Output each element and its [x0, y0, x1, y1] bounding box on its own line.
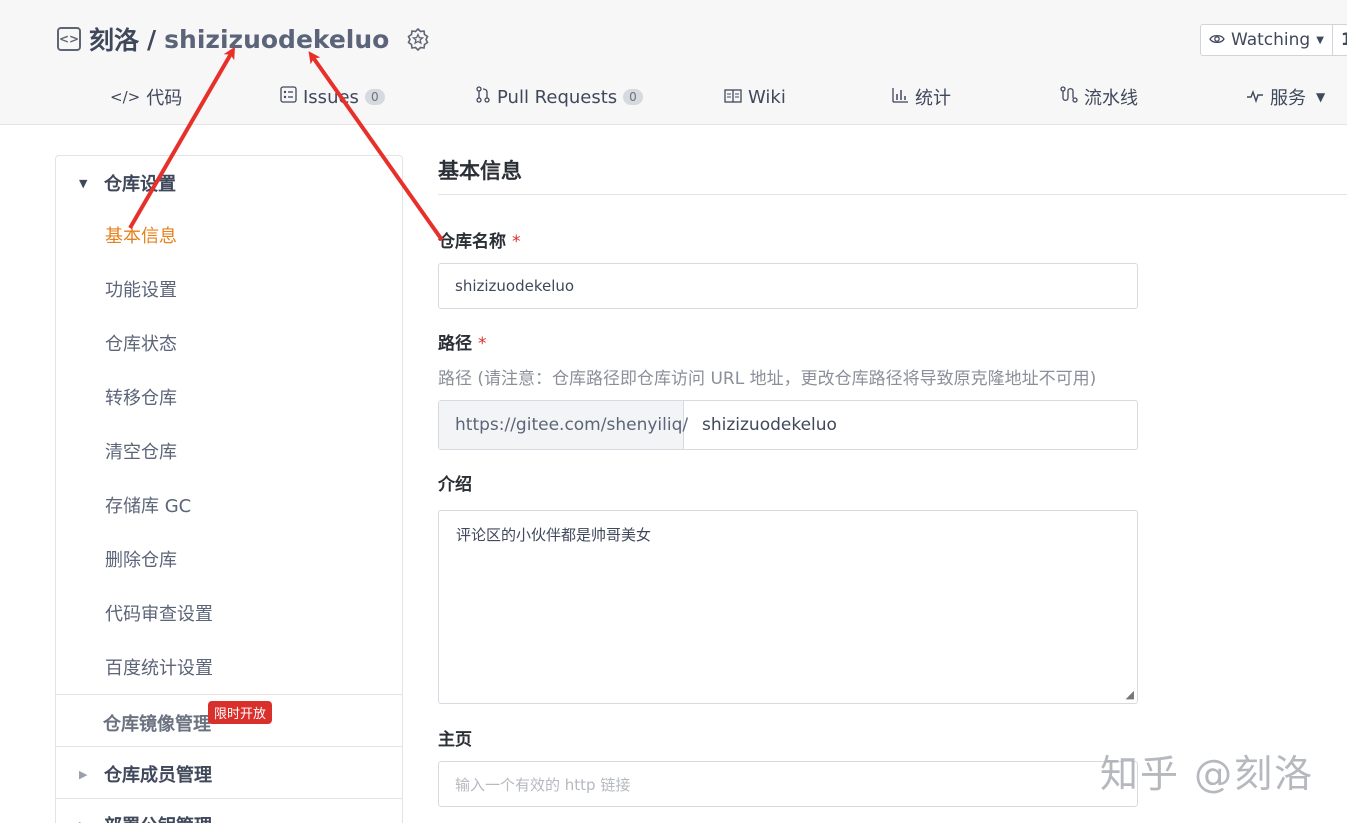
settings-sidebar: ▼ 仓库设置 基本信息 功能设置 仓库状态 转移仓库 清空仓库 存储库 GC 删…: [55, 155, 403, 823]
code-icon: </>: [110, 88, 141, 106]
pulse-icon: [1246, 87, 1264, 108]
sidebar-item-features[interactable]: 功能设置: [105, 276, 177, 302]
tab-code[interactable]: </> 代码: [110, 80, 182, 114]
limited-open-badge: 限时开放: [208, 701, 273, 724]
tab-issues[interactable]: Issues 0: [280, 80, 385, 114]
tab-pull-requests[interactable]: Pull Requests 0: [475, 80, 643, 114]
sidebar-group-label: 仓库成员管理: [104, 765, 212, 786]
sidebar-item-transfer[interactable]: 转移仓库: [105, 384, 177, 410]
repo-nav: </> 代码 Issues 0 Pull Requests 0 Wiki 统计 …: [0, 80, 1347, 114]
sidebar-group-label: 仓库设置: [104, 174, 176, 195]
caret-down-icon: ▼: [1316, 34, 1324, 46]
sidebar-group-deploy-keys[interactable]: ▶ 部署公钥管理: [56, 812, 402, 823]
tab-wiki-label: Wiki: [748, 86, 786, 108]
sidebar-group-label: 部署公钥管理: [104, 812, 212, 823]
caret-down-icon: ▼: [1316, 90, 1326, 104]
sidebar-group-repo-settings[interactable]: ▼ 仓库设置: [56, 170, 402, 196]
watch-button[interactable]: Watching ▼: [1201, 25, 1333, 55]
issues-count-badge: 0: [364, 89, 385, 105]
path-prefix: https://gitee.com/shenyiliq/: [439, 401, 688, 449]
tab-pull-requests-label: Pull Requests: [497, 86, 618, 108]
sidebar-divider: [56, 798, 402, 799]
tab-issues-label: Issues: [303, 86, 359, 108]
sidebar-group-label: 仓库镜像管理: [103, 714, 211, 735]
sidebar-divider: [56, 694, 402, 695]
caret-right-icon: ▶: [56, 819, 104, 823]
path-label-text: 路径: [438, 334, 472, 354]
award-badge-icon: [405, 26, 431, 52]
sidebar-item-repo-status[interactable]: 仓库状态: [105, 330, 177, 356]
sidebar-item-delete[interactable]: 删除仓库: [105, 546, 177, 572]
sidebar-item-gc[interactable]: 存储库 GC: [105, 492, 191, 518]
sidebar-item-clear[interactable]: 清空仓库: [105, 438, 177, 464]
intro-textarea[interactable]: 评论区的小伙伴都是帅哥美女 ◢: [438, 510, 1138, 704]
intro-text: 评论区的小伙伴都是帅哥美女: [456, 526, 652, 544]
tab-pipeline[interactable]: 流水线: [1060, 80, 1138, 114]
pull-requests-count-badge: 0: [623, 89, 643, 105]
path-input-group: https://gitee.com/shenyiliq/ shizizuodek…: [438, 400, 1138, 450]
path-hint: 路径 (请注意：仓库路径即仓库访问 URL 地址，更改仓库路径将导致原克隆地址不…: [438, 369, 1097, 389]
sidebar-group-members[interactable]: ▶ 仓库成员管理: [56, 761, 402, 787]
required-mark: *: [512, 232, 521, 252]
tab-services[interactable]: 服务 ▼: [1246, 80, 1325, 114]
watch-label: Watching: [1231, 30, 1311, 50]
repo-separator: /: [147, 24, 157, 54]
sidebar-item-basic-info[interactable]: 基本信息: [105, 222, 177, 248]
zhihu-watermark: 知乎 @刻洛: [1100, 752, 1315, 796]
watch-control: Watching ▼ 1: [1200, 24, 1347, 56]
book-icon: [724, 87, 742, 108]
tab-pipeline-label: 流水线: [1084, 88, 1138, 109]
homepage-label: 主页: [438, 730, 472, 750]
intro-label: 介绍: [438, 475, 472, 495]
required-mark: *: [478, 334, 487, 354]
page-title: 基本信息: [438, 159, 522, 183]
tab-services-label: 服务: [1270, 88, 1306, 109]
sidebar-item-baidu-stats[interactable]: 百度统计设置: [105, 654, 213, 680]
resize-handle-icon[interactable]: ◢: [1126, 688, 1134, 701]
path-input[interactable]: shizizuodekeluo: [684, 401, 1137, 449]
tab-stats-label: 统计: [915, 88, 951, 109]
sidebar-group-mirror[interactable]: 仓库镜像管理 限时开放: [56, 701, 402, 736]
homepage-input[interactable]: 输入一个有效的 http 链接: [438, 761, 1138, 807]
title-divider: [438, 194, 1347, 195]
tab-code-label: 代码: [146, 88, 183, 109]
repo-owner-link[interactable]: 刻洛: [89, 21, 139, 57]
pipeline-icon: [1060, 86, 1078, 108]
tab-stats[interactable]: 统计: [892, 80, 951, 114]
caret-down-icon: ▼: [79, 176, 88, 190]
issues-icon: [280, 86, 297, 108]
path-label: 路径 *: [438, 329, 487, 354]
pull-request-icon: [475, 86, 491, 108]
watch-count[interactable]: 1: [1333, 25, 1347, 55]
repo-header: <> 刻洛 / shizizuodekeluo Watching ▼ 1 </>…: [0, 0, 1347, 125]
sidebar-divider: [56, 746, 402, 747]
repo-name-input[interactable]: shizizuodekeluo: [438, 263, 1138, 309]
code-repo-icon: <>: [57, 27, 81, 51]
repo-title: <> 刻洛 / shizizuodekeluo: [57, 22, 431, 56]
caret-right-icon: ▶: [79, 767, 88, 781]
bar-chart-icon: [892, 87, 909, 108]
repo-name-label: 仓库名称 *: [438, 227, 521, 252]
repo-name-link[interactable]: shizizuodekeluo: [164, 25, 389, 54]
eye-icon: [1209, 30, 1225, 50]
repo-name-label-text: 仓库名称: [438, 232, 506, 252]
sidebar-item-code-review[interactable]: 代码审查设置: [105, 600, 213, 626]
tab-wiki[interactable]: Wiki: [724, 80, 786, 114]
